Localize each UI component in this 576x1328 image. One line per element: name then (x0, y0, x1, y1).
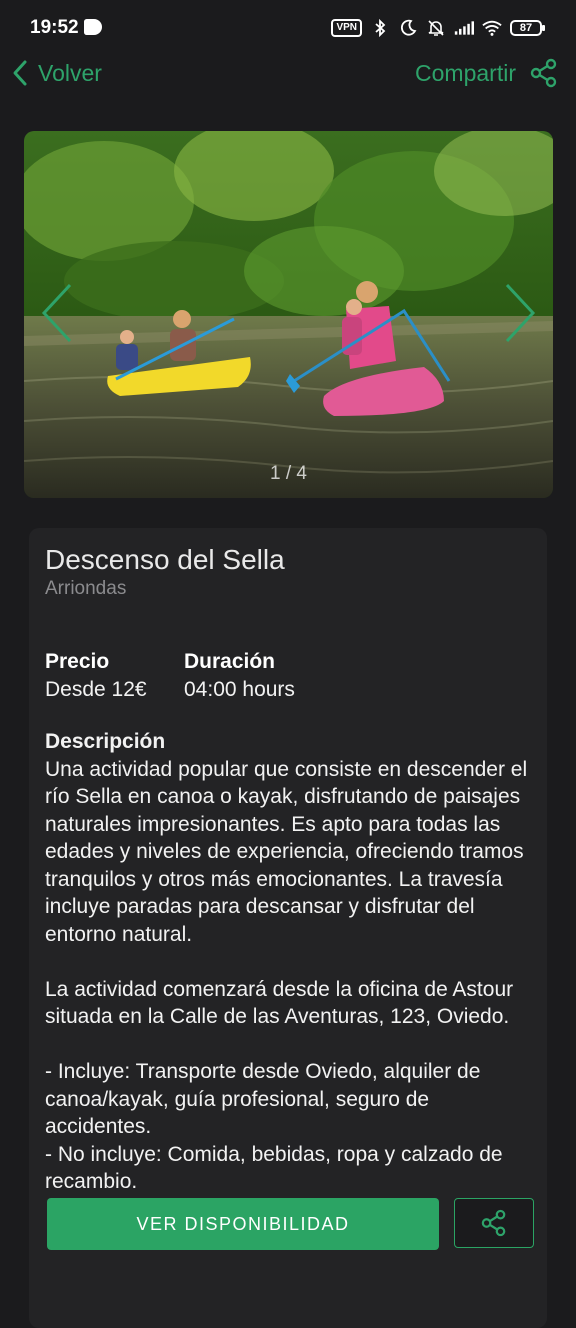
carousel-prev-button[interactable] (38, 281, 78, 345)
carousel-counter: 1 / 4 (270, 463, 307, 484)
vpn-icon: VPN (331, 19, 362, 37)
kayak-photo (24, 131, 553, 498)
share-icon (481, 1209, 506, 1237)
bell-off-icon (428, 20, 444, 36)
chevron-left-icon (13, 60, 27, 86)
availability-button[interactable]: VER DISPONIBILIDAD (47, 1198, 439, 1250)
image-carousel[interactable]: 1 / 4 (24, 131, 553, 498)
activity-title: Descenso del Sella (45, 544, 285, 575)
price-label: Precio (45, 650, 110, 673)
top-nav: Volver Compartir (0, 56, 576, 96)
activity-location: Arriondas (45, 578, 127, 599)
back-label: Volver (38, 59, 102, 86)
bluetooth-icon (375, 18, 386, 38)
description-paragraph-2: La actividad comenzará desde la oficina … (45, 977, 514, 1029)
signal-icon (454, 21, 474, 35)
share-icon (530, 58, 557, 88)
wifi-icon (482, 20, 502, 36)
back-button[interactable]: Volver (10, 58, 102, 88)
description-label: Descripción (45, 730, 166, 753)
description-paragraph-1: Una actividad popular que consiste en de… (45, 757, 528, 946)
price-value: Desde 12€ (45, 678, 147, 701)
status-time: 19:52 (30, 17, 79, 38)
chevron-left-icon (41, 283, 72, 343)
share-button[interactable] (454, 1198, 534, 1248)
battery-icon: 87 (510, 20, 545, 36)
chevron-right-icon (505, 283, 536, 343)
carousel-next-button[interactable] (499, 281, 539, 345)
duration-value: 04:00 hours (184, 678, 295, 701)
duration-label: Duración (184, 650, 276, 673)
notification-icon (84, 19, 102, 35)
description-section: Descripción Una actividad popular que co… (45, 728, 535, 1196)
share-header-button[interactable]: Compartir (415, 58, 558, 88)
moon-icon (400, 19, 417, 36)
status-icons: VPN 87 (331, 17, 545, 39)
description-paragraph-3: - Incluye: Transporte desde Oviedo, alqu… (45, 1060, 481, 1138)
share-label: Compartir (415, 59, 516, 86)
status-bar: 19:52 VPN 87 (0, 0, 576, 56)
description-paragraph-4: - No incluye: Comida, bebidas, ropa y ca… (45, 1142, 503, 1194)
